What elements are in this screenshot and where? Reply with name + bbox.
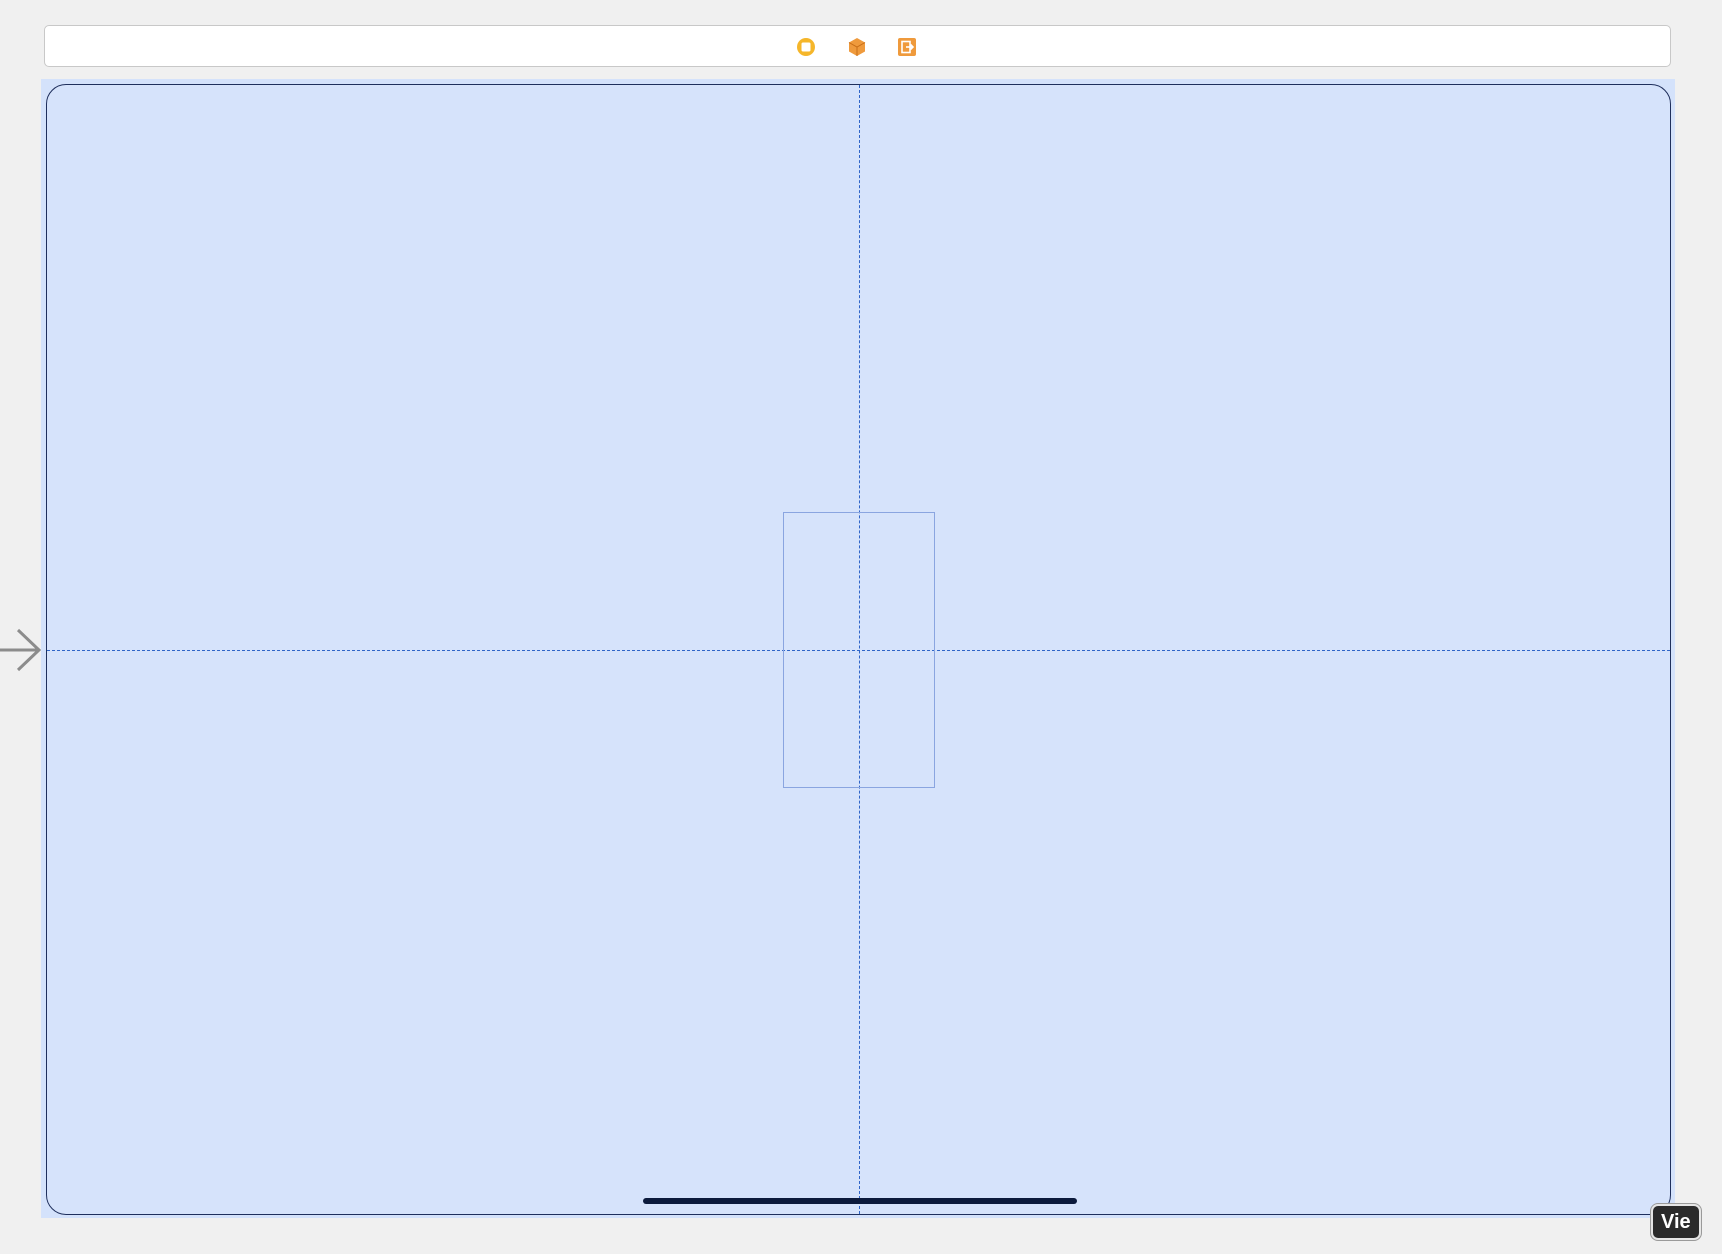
home-indicator bbox=[643, 1198, 1077, 1204]
exit-icon[interactable] bbox=[897, 37, 917, 57]
entry-point-arrow-icon[interactable] bbox=[0, 626, 42, 674]
device-frame[interactable] bbox=[46, 84, 1671, 1215]
view-badge[interactable]: Vie bbox=[1651, 1204, 1701, 1240]
first-responder-icon[interactable] bbox=[847, 37, 867, 57]
centered-subview[interactable] bbox=[783, 512, 935, 788]
scene-dock bbox=[44, 25, 1671, 67]
view-controller-icon[interactable] bbox=[796, 37, 816, 57]
